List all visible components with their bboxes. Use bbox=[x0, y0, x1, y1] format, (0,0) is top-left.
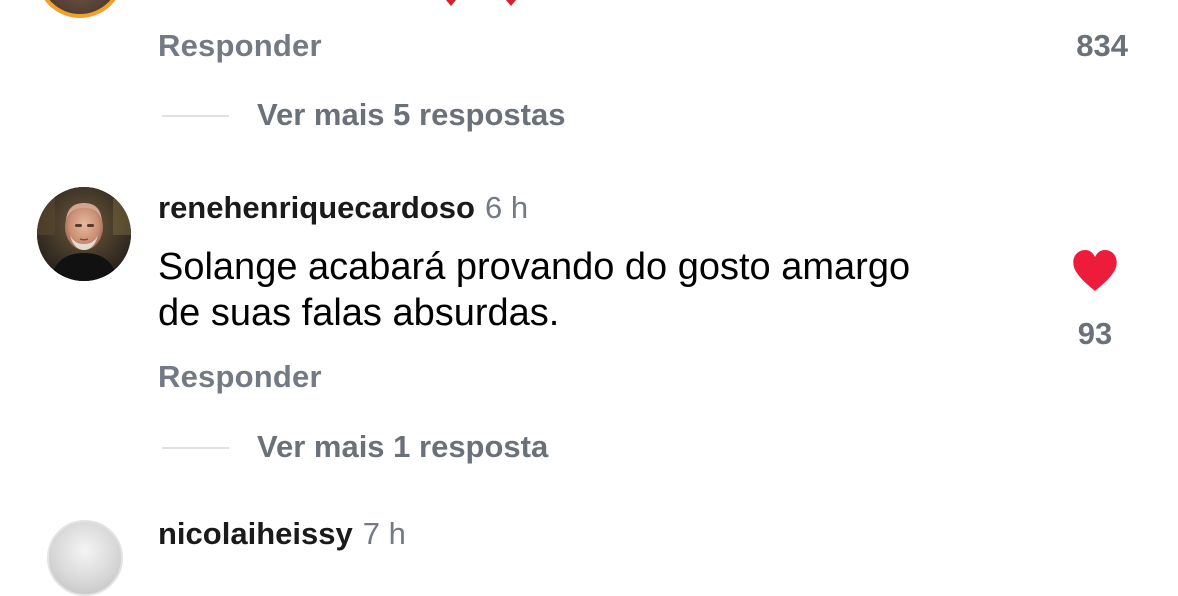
username-link[interactable]: renehenriquecardoso bbox=[158, 190, 475, 225]
comment-header: nicolaiheissy 7 h bbox=[158, 514, 406, 554]
comment-timestamp: 7 h bbox=[362, 516, 406, 551]
like-count[interactable]: 834 bbox=[1076, 28, 1128, 64]
heart-emoji-icon bbox=[440, 0, 460, 6]
reply-button[interactable]: Responder bbox=[158, 28, 322, 64]
avatar-photo bbox=[37, 187, 131, 281]
view-more-replies-button[interactable]: Ver mais 5 respostas bbox=[257, 97, 565, 133]
avatar[interactable] bbox=[47, 520, 123, 596]
heart-emoji-icon bbox=[500, 0, 520, 6]
comment-text: Solange acabará provando do gosto amargo… bbox=[158, 244, 1038, 336]
like-count[interactable]: 93 bbox=[1060, 316, 1130, 352]
view-more-replies-button[interactable]: Ver mais 1 resposta bbox=[257, 429, 548, 465]
comment-timestamp: 6 h bbox=[484, 190, 529, 225]
like-button[interactable] bbox=[1071, 249, 1119, 293]
avatar[interactable] bbox=[36, 0, 124, 18]
reply-button[interactable]: Responder bbox=[158, 359, 322, 395]
replies-divider-line bbox=[162, 447, 229, 449]
avatar[interactable] bbox=[37, 187, 131, 281]
comment-text-line: Solange acabará provando do gosto amargo bbox=[158, 246, 911, 288]
replies-divider-line bbox=[162, 115, 229, 117]
heart-filled-icon bbox=[1073, 250, 1117, 291]
username-link[interactable]: nicolaiheissy bbox=[158, 516, 353, 551]
comment-text-line: de suas falas absurdas. bbox=[158, 292, 560, 334]
comment-header: renehenriquecardoso 6 h bbox=[158, 188, 528, 228]
